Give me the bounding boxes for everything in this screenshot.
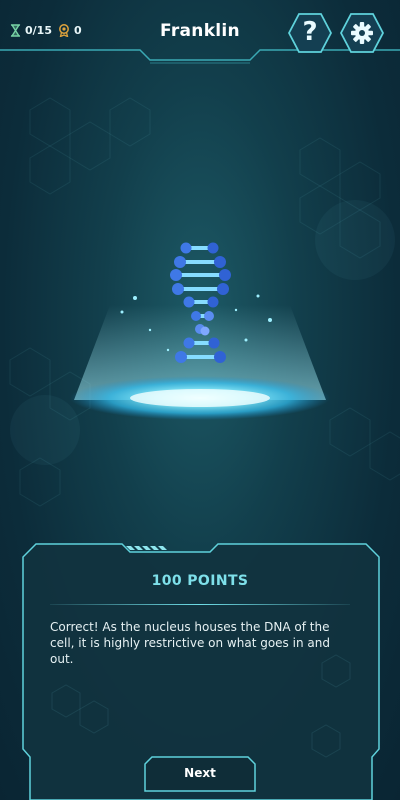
next-button[interactable]: Next — [144, 756, 256, 792]
help-button[interactable]: ? — [288, 13, 332, 53]
question-mark-icon: ? — [302, 17, 318, 47]
settings-button[interactable] — [340, 13, 384, 53]
gear-icon — [340, 13, 384, 53]
feedback-text: Correct! As the nucleus houses the DNA o… — [50, 620, 330, 666]
top-bar: 0/15 0 Franklin ? — [0, 0, 400, 64]
next-button-label: Next — [184, 766, 216, 780]
points-heading: 100 POINTS — [151, 573, 249, 589]
divider — [50, 604, 350, 605]
dna-hologram — [70, 242, 330, 420]
